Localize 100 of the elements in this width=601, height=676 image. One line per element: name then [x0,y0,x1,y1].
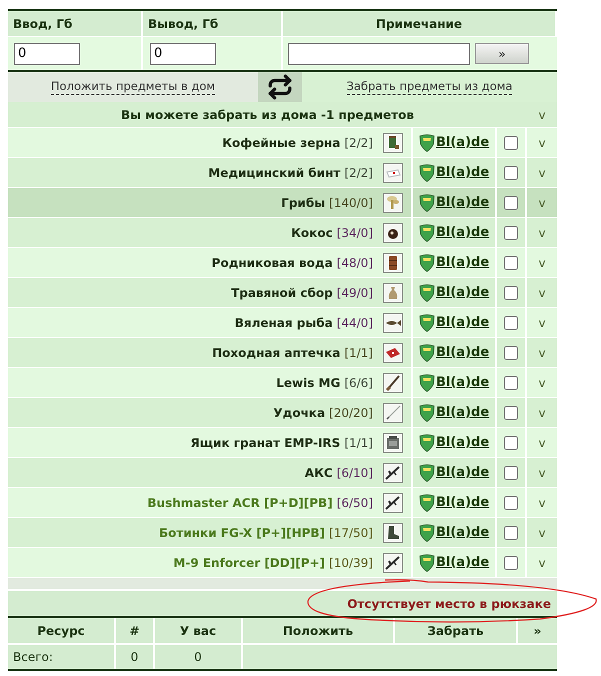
item-row[interactable]: Медицинский бинт [2/2] Bl(a)de v [8,157,557,187]
expand-toggle[interactable]: v [527,278,557,307]
owner-link[interactable]: Bl(a)de [436,552,490,572]
expand-toggle[interactable]: v [527,248,557,277]
item-row[interactable]: Lewis MG [6/6] Bl(a)de v [8,367,557,397]
item-checkbox[interactable] [504,346,518,360]
item-checkbox[interactable] [504,316,518,330]
item-row[interactable]: Bushmaster ACR [P+D][PB] [6/50] Bl(a)de v [8,487,557,517]
owner-link[interactable]: Bl(a)de [436,372,490,392]
gun-icon [383,462,403,482]
barrel-icon [383,252,403,272]
expand-toggle[interactable]: v [527,548,557,577]
item-row[interactable]: Удочка [20/20] Bl(a)de v [8,397,557,427]
item-name: АКС [304,464,333,482]
expand-toggle[interactable]: v [527,128,557,157]
item-name: Грибы [281,194,326,212]
item-count: [44/0] [336,314,373,332]
output-field[interactable]: 0 [150,42,216,64]
item-checkbox[interactable] [504,256,518,270]
swap-icon [267,74,293,100]
expand-toggle[interactable]: v [527,218,557,247]
item-checkbox[interactable] [504,556,518,570]
owner-link[interactable]: Bl(a)de [436,402,490,422]
coconut-icon [383,222,403,242]
expand-toggle[interactable]: v [527,338,557,367]
expand-toggle[interactable]: v [527,428,557,457]
item-name: Вяленая рыба [234,314,333,332]
item-row[interactable]: Грибы [140/0] Bl(a)de v [8,187,557,217]
note-field[interactable] [288,42,470,64]
item-checkbox[interactable] [504,436,518,450]
item-checkbox[interactable] [504,376,518,390]
item-name: Bushmaster ACR [P+D][PB] [147,494,333,512]
mode-tab[interactable]: Положить предметы в дом [8,72,258,102]
owner-link[interactable]: Bl(a)de [436,462,490,482]
item-count: [48/0] [336,254,373,272]
owner-link[interactable]: Bl(a)de [436,222,490,242]
expand-toggle[interactable]: v [527,458,557,487]
expand-toggle[interactable]: v [527,158,557,187]
item-checkbox[interactable] [504,166,518,180]
owner-link[interactable]: Bl(a)de [436,282,490,302]
item-checkbox[interactable] [504,466,518,480]
item-name: Медицинский бинт [208,164,340,182]
item-count: [10/39] [329,554,373,572]
expand-toggle[interactable]: v [527,518,557,547]
item-name: Кофейные зерна [222,134,340,152]
rifle-icon [383,372,403,392]
shield-badge-icon [419,404,435,422]
input-field[interactable]: 0 [14,42,80,64]
item-checkbox[interactable] [504,226,518,240]
item-checkbox[interactable] [504,496,518,510]
item-checkbox[interactable] [504,136,518,150]
owner-link[interactable]: Bl(a)de [436,132,490,152]
item-checkbox[interactable] [504,406,518,420]
expand-toggle[interactable]: v [527,188,557,217]
item-checkbox[interactable] [504,286,518,300]
item-count: [1/1] [344,344,373,362]
owner-link[interactable]: Bl(a)de [436,162,490,182]
owner-link[interactable]: Bl(a)de [436,312,490,332]
item-checkbox[interactable] [504,196,518,210]
item-count: [17/50] [329,524,373,542]
item-name: Травяной сбор [231,284,333,302]
owner-link[interactable]: Bl(a)de [436,492,490,512]
item-row[interactable]: M-9 Enforcer [DD][P+] [10/39] Bl(a)de v [8,547,557,577]
shield-badge-icon [419,554,435,572]
expand-toggle[interactable]: v [527,488,557,517]
expand-toggle[interactable]: v [527,368,557,397]
item-name: Походная аптечка [212,344,340,362]
item-count: [20/20] [329,404,373,422]
item-row[interactable]: Походная аптечка [1/1] Bl(a)de v [8,337,557,367]
submit-button[interactable]: » [475,43,529,64]
bandage-icon [383,162,403,182]
owner-link[interactable]: Bl(a)de [436,192,490,212]
item-row[interactable]: Кофейные зерна [2/2] Bl(a)de v [8,127,557,157]
item-checkbox[interactable] [504,526,518,540]
item-row[interactable]: АКС [6/10] Bl(a)de v [8,457,557,487]
item-row[interactable]: Ящик гранат EMP-IRS [1/1] Bl(a)de v [8,427,557,457]
expand-toggle[interactable]: v [527,398,557,427]
item-row[interactable]: Кокос [34/0] Bl(a)de v [8,217,557,247]
gun-icon [383,492,403,512]
items-title: Вы можете забрать из дома -1 предметов [120,106,415,124]
owner-link[interactable]: Bl(a)de [436,432,490,452]
shield-badge-icon [419,314,435,332]
fishing-rod-icon [383,402,403,422]
jar-icon [383,132,403,152]
item-row[interactable]: Вяленая рыба [44/0] Bl(a)de v [8,307,557,337]
item-name: Удочка [273,404,326,422]
expand-toggle[interactable]: v [527,102,557,127]
owner-link[interactable]: Bl(a)de [436,342,490,362]
item-count: [2/2] [344,134,373,152]
item-name: Кокос [291,224,333,242]
sack-icon [383,282,403,302]
item-row[interactable]: Родниковая вода [48/0] Bl(a)de v [8,247,557,277]
mode-tab[interactable]: Забрать предметы из дома [302,72,557,102]
item-row[interactable]: Ботинки FG-X [P+][HPB] [17/50] Bl(a)de v [8,517,557,547]
owner-link[interactable]: Bl(a)de [436,252,490,272]
swap-button[interactable] [258,72,302,102]
owner-link[interactable]: Bl(a)de [436,522,490,542]
item-row[interactable]: Травяной сбор [49/0] Bl(a)de v [8,277,557,307]
expand-toggle[interactable]: v [527,308,557,337]
boot-icon [383,522,403,542]
